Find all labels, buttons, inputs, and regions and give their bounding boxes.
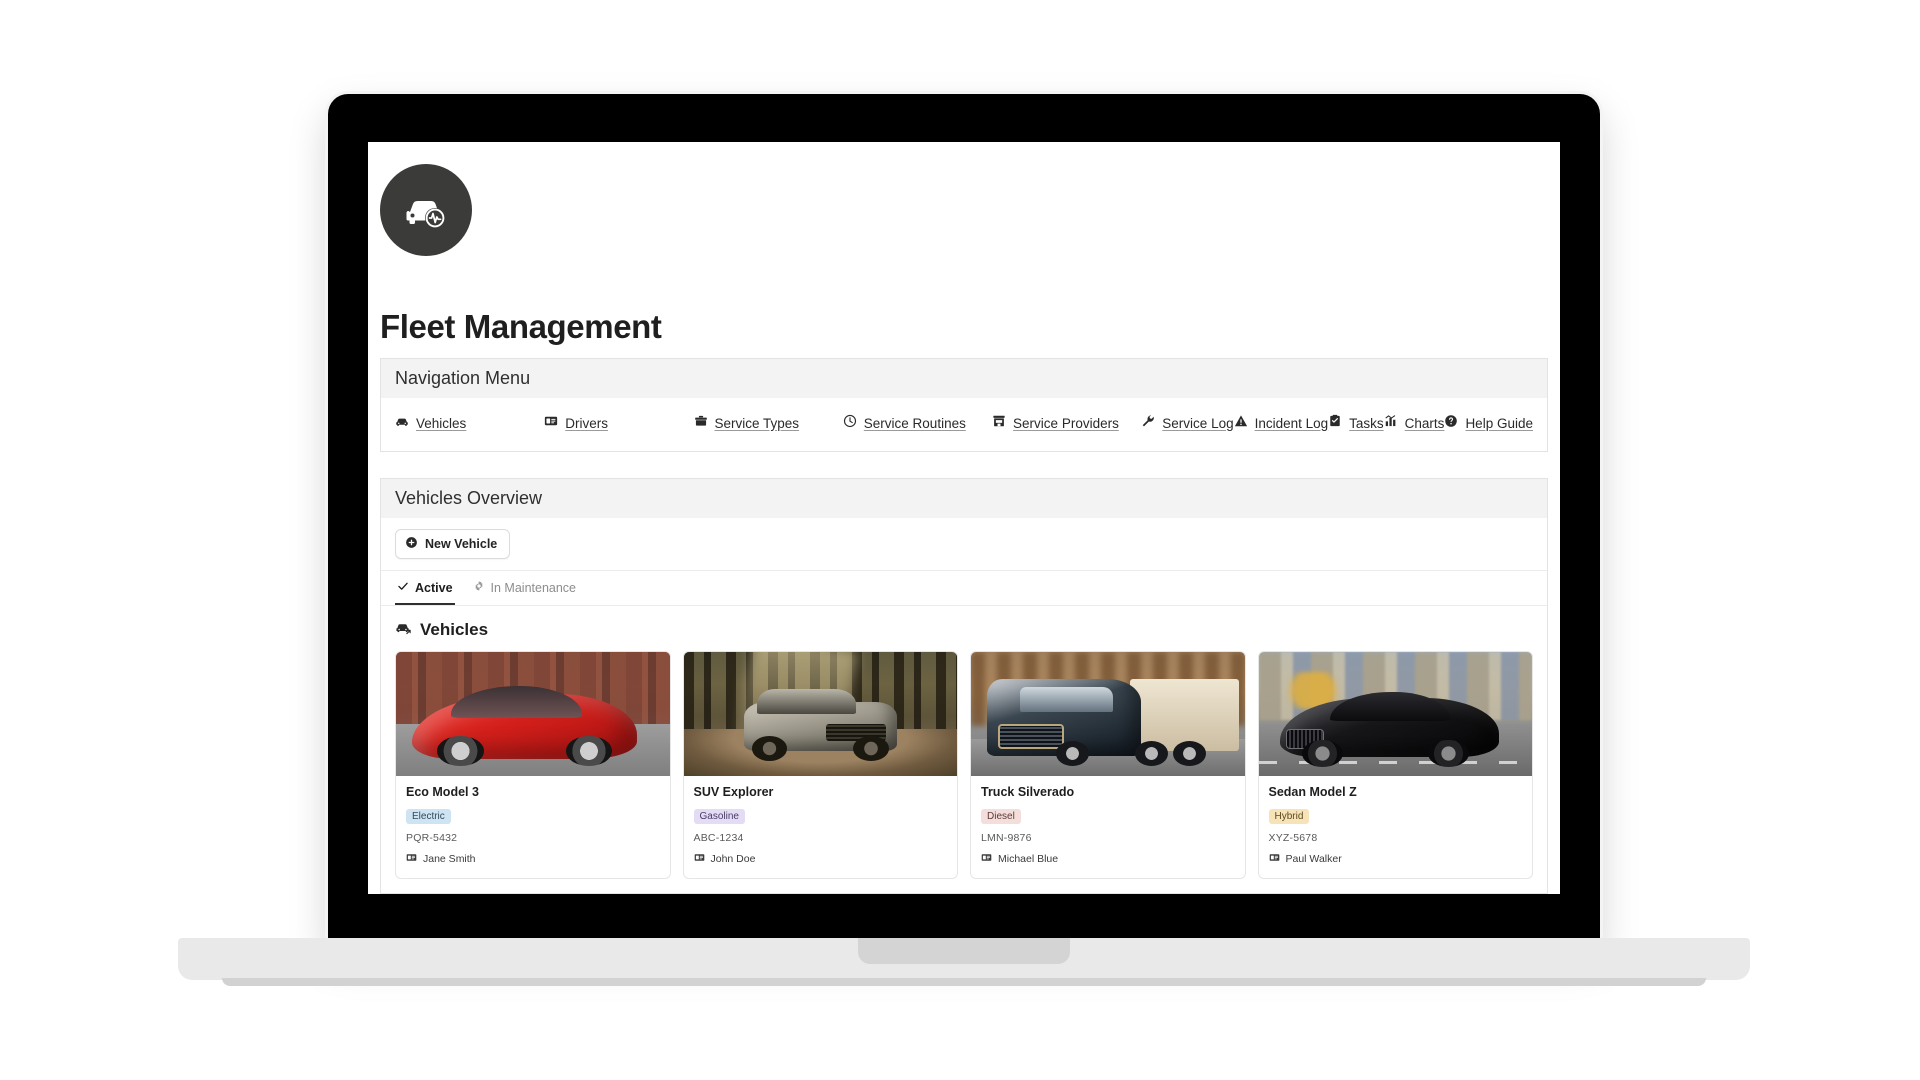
id-card-icon	[1269, 852, 1280, 866]
vehicle-photo-semi-truck-highway	[971, 652, 1245, 776]
navigation-menu-grid: Vehicles Drivers Service Types Service R…	[381, 398, 1547, 451]
fuel-badge: Hybrid	[1268, 809, 1310, 824]
id-card-icon	[406, 852, 417, 866]
vehicle-driver: John Doe	[694, 852, 948, 866]
driver-name: Michael Blue	[998, 853, 1059, 865]
wrench-icon	[1141, 414, 1155, 433]
building-store-icon	[992, 414, 1006, 433]
vehicle-driver: Jane Smith	[406, 852, 660, 866]
nav-item-help-guide[interactable]: Help Guide	[1444, 412, 1533, 435]
vehicle-card[interactable]: Sedan Model Z Hybrid XYZ-5678 Paul Walke…	[1257, 651, 1533, 879]
car-icon	[395, 414, 409, 433]
driver-name: Paul Walker	[1285, 853, 1342, 865]
nav-item-label: Service Routines	[863, 415, 966, 431]
vehicles-status-tabs: Active In Maintenance	[381, 571, 1547, 606]
vehicle-card-info: Truck Silverado Diesel LMN-9876 Michael …	[971, 776, 1245, 878]
vehicle-photo-black-sedan-city	[1258, 652, 1532, 776]
vehicle-cards-grid: Eco Model 3 Electric PQR-5432 Jane Smith	[381, 651, 1547, 893]
brand-row	[368, 142, 1560, 256]
tab-active[interactable]: Active	[395, 571, 455, 605]
nav-item-label: Service Providers	[1013, 415, 1119, 431]
id-card-icon	[544, 414, 558, 433]
vehicle-card-info: Sedan Model Z Hybrid XYZ-5678 Paul Walke…	[1259, 776, 1533, 878]
fleet-management-app: Fleet Management Navigation Menu Vehicle…	[368, 142, 1560, 894]
license-plate: XYZ-5678	[1268, 832, 1318, 844]
car-pulse-icon	[380, 164, 472, 256]
vehicle-card[interactable]: Eco Model 3 Electric PQR-5432 Jane Smith	[395, 651, 671, 879]
check-icon	[397, 580, 409, 595]
vehicle-card[interactable]: Truck Silverado Diesel LMN-9876 Michael …	[970, 651, 1246, 879]
vehicle-photo-red-sedan-city	[396, 652, 670, 776]
question-circle-icon	[1444, 414, 1458, 433]
license-plate: PQR-5432	[406, 832, 458, 844]
nav-item-label: Service Types	[714, 415, 800, 431]
id-card-icon	[981, 852, 992, 866]
nav-item-label: Drivers	[565, 415, 608, 431]
driver-name: Jane Smith	[423, 853, 476, 865]
vehicle-card-info: SUV Explorer Gasoline ABC-1234 John Doe	[684, 776, 958, 878]
nav-item-charts[interactable]: Charts	[1384, 412, 1445, 435]
warning-triangle-icon	[1234, 414, 1248, 433]
tab-label: In Maintenance	[490, 580, 577, 595]
new-vehicle-button[interactable]: New Vehicle	[395, 529, 511, 559]
vehicles-overview-panel: Vehicles Overview New Vehicle Active In …	[368, 478, 1560, 894]
vehicle-driver: Michael Blue	[981, 852, 1235, 866]
vehicle-name: SUV Explorer	[693, 785, 774, 799]
navigation-menu-body: Vehicles Drivers Service Types Service R…	[380, 398, 1548, 452]
fuel-badge: Gasoline	[693, 809, 745, 824]
laptop-trackpad-notch	[858, 938, 1070, 964]
vehicle-card[interactable]: SUV Explorer Gasoline ABC-1234 John Doe	[682, 651, 958, 879]
laptop-mockup: Fleet Management Navigation Menu Vehicle…	[0, 0, 1920, 1080]
driver-name: John Doe	[710, 853, 756, 865]
navigation-menu-panel: Navigation Menu Vehicles Drivers Service…	[368, 358, 1560, 452]
tab-label: Active	[415, 580, 453, 595]
fuel-badge: Diesel	[981, 809, 1021, 824]
car-arrow-icon	[395, 619, 412, 641]
toolbox-icon	[694, 414, 708, 433]
laptop-screen: Fleet Management Navigation Menu Vehicle…	[368, 142, 1560, 894]
bar-chart-icon	[1384, 414, 1398, 433]
nav-item-label: Help Guide	[1465, 415, 1533, 431]
license-plate: LMN-9876	[981, 832, 1032, 844]
vehicle-name: Sedan Model Z	[1268, 785, 1357, 799]
fuel-badge: Electric	[406, 809, 451, 824]
vehicles-overview-body: New Vehicle Active In Maintenance Vehicl…	[380, 518, 1548, 894]
nav-item-service-types[interactable]: Service Types	[694, 412, 843, 435]
nav-item-service-providers[interactable]: Service Providers	[992, 412, 1141, 435]
vehicle-photo-suv-forest	[683, 652, 957, 776]
vehicle-name: Truck Silverado	[981, 785, 1075, 799]
nav-item-tasks[interactable]: Tasks	[1328, 412, 1384, 435]
vehicle-driver: Paul Walker	[1269, 852, 1523, 866]
nav-item-label: Vehicles	[416, 415, 467, 431]
vehicles-overview-heading: Vehicles Overview	[380, 478, 1548, 518]
navigation-menu-heading: Navigation Menu	[380, 358, 1548, 398]
tab-in-maintenance[interactable]: In Maintenance	[471, 571, 578, 605]
vehicle-card-info: Eco Model 3 Electric PQR-5432 Jane Smith	[396, 776, 670, 878]
vehicles-section-header: Vehicles	[381, 606, 1547, 651]
nav-item-label: Incident Log	[1254, 415, 1329, 431]
laptop-base-shadow	[222, 978, 1706, 986]
nav-item-label: Service Log	[1162, 415, 1234, 431]
page-title: Fleet Management	[380, 308, 662, 345]
clipboard-task-icon	[1328, 414, 1342, 433]
new-vehicle-label: New Vehicle	[425, 537, 498, 551]
nav-item-label: Tasks	[1349, 415, 1384, 431]
clock-icon	[843, 414, 857, 433]
nav-item-drivers[interactable]: Drivers	[544, 412, 693, 435]
nav-item-vehicles[interactable]: Vehicles	[395, 412, 544, 435]
license-plate: ABC-1234	[693, 832, 744, 844]
vehicles-section-title: Vehicles	[420, 620, 489, 639]
nav-item-label: Charts	[1404, 415, 1445, 431]
nav-item-service-log[interactable]: Service Log	[1141, 412, 1234, 435]
vehicle-name: Eco Model 3	[406, 785, 479, 799]
nav-item-incident-log[interactable]: Incident Log	[1234, 412, 1329, 435]
gear-icon	[473, 580, 485, 595]
nav-item-service-routines[interactable]: Service Routines	[843, 412, 992, 435]
id-card-icon	[694, 852, 705, 866]
vehicles-toolbar: New Vehicle	[381, 518, 1547, 571]
plus-circle-icon	[405, 536, 418, 552]
